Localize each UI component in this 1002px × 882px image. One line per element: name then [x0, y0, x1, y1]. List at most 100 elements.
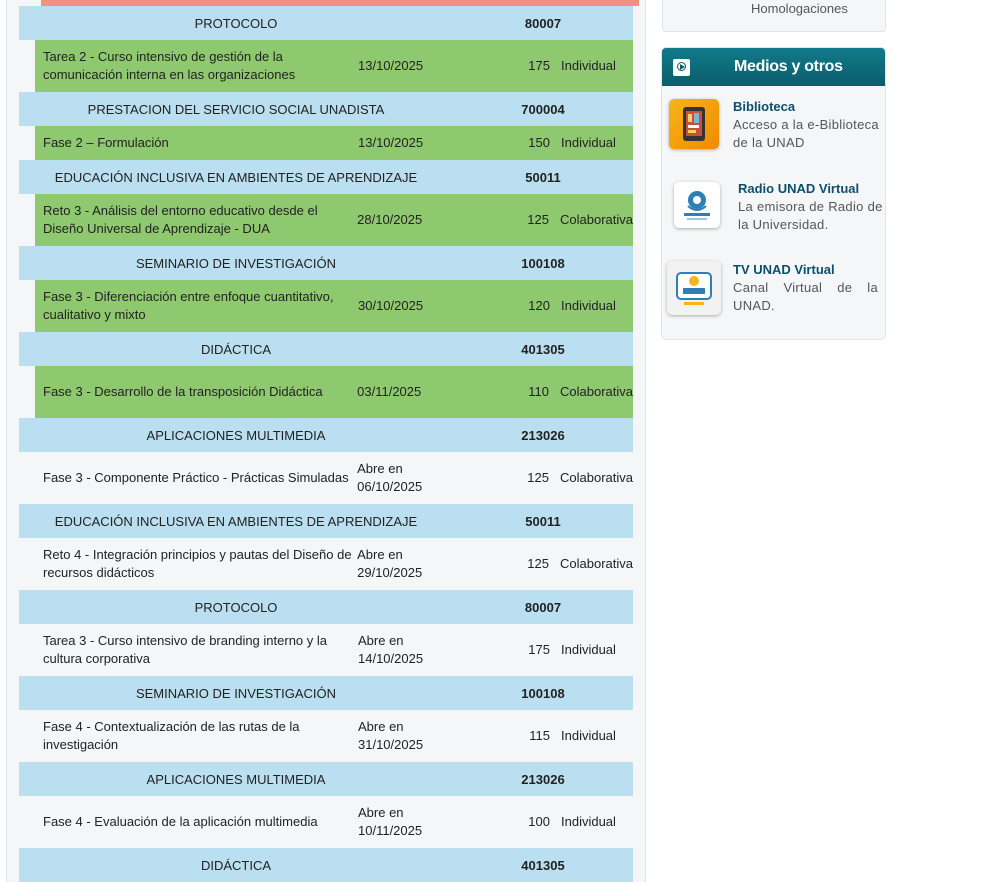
- radio-title[interactable]: Radio UNAD Virtual: [738, 181, 859, 196]
- tv-title[interactable]: TV UNAD Virtual: [733, 262, 835, 277]
- task-row[interactable]: Fase 2 – Formulación 13/10/2025 150 Individ…: [35, 126, 633, 160]
- tablet-library-icon: [669, 99, 719, 149]
- course-name: PRESTACION DEL SERVICIO SOCIAL UNADISTA: [87, 101, 385, 117]
- task-type: Individual: [561, 728, 616, 743]
- homologaciones-box[interactable]: Homologaciones: [662, 0, 886, 32]
- task-score: 125: [527, 212, 549, 227]
- task-date: 28/10/2025: [357, 212, 423, 227]
- task-date: Abre en 06/10/2025: [357, 461, 423, 494]
- course-header-row: APLICACIONES MULTIMEDIA 213026: [19, 762, 633, 796]
- task-type: Colaborativa: [560, 212, 633, 227]
- task-date: Abre en 29/10/2025: [357, 547, 423, 580]
- task-date: 03/11/2025: [357, 384, 422, 399]
- task-row[interactable]: Fase 3 - Desarrollo de la transposición …: [35, 366, 633, 418]
- task-row[interactable]: Fase 4 - Evaluación de la aplicación mul…: [35, 796, 633, 848]
- task-date: 13/10/2025: [358, 58, 424, 73]
- task-type: Individual: [561, 642, 616, 657]
- course-header-row: DIDÁCTICA 401305: [19, 848, 633, 882]
- course-header-row: PRESTACION DEL SERVICIO SOCIAL UNADISTA 7…: [19, 92, 633, 126]
- course-name: SEMINARIO DE INVESTIGACIÓN: [135, 255, 337, 271]
- course-header-row: SEMINARIO DE INVESTIGACIÓN 100108: [19, 676, 633, 710]
- media-panel-title: Medios y otros: [734, 58, 843, 75]
- course-header-row: EDUCACIÓN INCLUSIVA EN AMBIENTES DE APRE…: [19, 160, 633, 194]
- task-type: Individual: [561, 298, 616, 313]
- task-score: 125: [527, 556, 549, 571]
- radio-icon: [674, 182, 720, 228]
- course-header-row: EDUCACIÓN INCLUSIVA EN AMBIENTES DE APRE…: [19, 504, 633, 538]
- task-score: 115: [529, 728, 550, 743]
- activities-panel: PROTOCOLO 80007 Tarea 2 - Curso intensivo …: [6, 0, 646, 882]
- task-score: 120: [528, 298, 550, 313]
- task-row[interactable]: Tarea 2 - Curso intensivo de gestión de …: [35, 40, 633, 92]
- course-code: 100108: [521, 685, 565, 701]
- course-header-row: PROTOCOLO 80007: [19, 6, 633, 40]
- course-name: PROTOCOLO: [194, 15, 278, 31]
- course-code: 100108: [521, 255, 565, 271]
- task-score: 100: [528, 814, 550, 829]
- task-row[interactable]: Reto 3 - Análisis del entorno educativo …: [35, 194, 633, 246]
- tv-description: Canal Virtual de la UNAD.: [733, 280, 878, 313]
- task-name[interactable]: Tarea 2 - Curso intensivo de gestión de …: [35, 48, 358, 84]
- task-row[interactable]: Reto 4 - Integración principios y pautas…: [35, 538, 633, 590]
- task-date: 13/10/2025: [358, 135, 424, 150]
- tv-icon: [667, 261, 721, 315]
- task-row[interactable]: Fase 3 - Componente Práctico - Prácticas…: [35, 452, 633, 504]
- task-name[interactable]: Reto 3 - Análisis del entorno educativo …: [35, 202, 357, 238]
- task-name[interactable]: Fase 3 - Desarrollo de la transposición …: [35, 383, 357, 401]
- course-header-row: PROTOCOLO 80007: [19, 590, 633, 624]
- task-name[interactable]: Reto 4 - Integración principios y pautas…: [35, 546, 357, 582]
- task-score: 175: [528, 58, 550, 73]
- task-date: Abre en 31/10/2025: [358, 719, 424, 752]
- course-name: DIDÁCTICA: [200, 341, 272, 357]
- task-type: Colaborativa: [560, 556, 633, 571]
- course-name: APLICACIONES MULTIMEDIA: [146, 427, 326, 443]
- course-code: 50011: [525, 169, 561, 185]
- task-date: Abre en 14/10/2025: [358, 633, 424, 666]
- task-date: 30/10/2025: [358, 298, 424, 313]
- course-header-row: APLICACIONES MULTIMEDIA 213026: [19, 418, 633, 452]
- activities-table: PROTOCOLO 80007 Tarea 2 - Curso intensivo …: [19, 6, 633, 882]
- task-score: 125: [527, 470, 549, 485]
- task-name[interactable]: Fase 4 - Evaluación de la aplicación mul…: [35, 813, 358, 831]
- task-type: Colaborativa: [560, 470, 633, 485]
- radio-description: La emisora de Radio de la Universidad.: [738, 199, 883, 232]
- task-score: 175: [528, 642, 550, 657]
- course-code: 700004: [521, 101, 565, 117]
- task-row[interactable]: Fase 4 - Contextualización de las rutas …: [35, 710, 633, 762]
- media-panel: Medios y otros Biblioteca Acceso a la e-…: [661, 47, 886, 340]
- homologaciones-link[interactable]: Homologaciones: [751, 1, 848, 16]
- task-type: Colaborativa: [560, 384, 633, 399]
- task-name[interactable]: Fase 3 - Componente Práctico - Prácticas…: [35, 469, 357, 487]
- task-name[interactable]: Fase 4 - Contextualización de las rutas …: [35, 718, 358, 754]
- course-name: DIDÁCTICA: [200, 857, 272, 873]
- task-type: Individual: [561, 58, 616, 73]
- task-date: Abre en 10/11/2025: [358, 805, 423, 838]
- task-score: 150: [528, 135, 550, 150]
- task-row[interactable]: Fase 3 - Diferenciación entre enfoque cu…: [35, 280, 633, 332]
- task-score: 110: [528, 384, 549, 399]
- play-icon: [673, 59, 690, 76]
- course-code: 401305: [521, 857, 565, 873]
- media-panel-header: Medios y otros: [662, 48, 885, 86]
- course-header-row: SEMINARIO DE INVESTIGACIÓN 100108: [19, 246, 633, 280]
- course-name: APLICACIONES MULTIMEDIA: [146, 771, 326, 787]
- course-name: EDUCACIÓN INCLUSIVA EN AMBIENTES DE APRE…: [54, 169, 418, 185]
- task-type: Individual: [561, 135, 616, 150]
- course-code: 80007: [524, 15, 562, 31]
- task-name[interactable]: Fase 3 - Diferenciación entre enfoque cu…: [35, 288, 358, 324]
- course-name: EDUCACIÓN INCLUSIVA EN AMBIENTES DE APRE…: [54, 513, 418, 529]
- course-code: 401305: [521, 341, 565, 357]
- task-name[interactable]: Fase 2 – Formulación: [35, 134, 358, 152]
- task-name[interactable]: Tarea 3 - Curso intensivo de branding in…: [35, 632, 358, 668]
- biblioteca-title[interactable]: Biblioteca: [733, 99, 795, 114]
- task-row[interactable]: Tarea 3 - Curso intensivo de branding in…: [35, 624, 633, 676]
- course-code: 50011: [525, 513, 561, 529]
- course-name: SEMINARIO DE INVESTIGACIÓN: [135, 685, 337, 701]
- course-code: 213026: [521, 771, 565, 787]
- task-type: Individual: [561, 814, 616, 829]
- course-name: PROTOCOLO: [194, 599, 278, 615]
- course-code: 213026: [521, 427, 565, 443]
- course-code: 80007: [524, 599, 562, 615]
- biblioteca-description: Acceso a la e-Biblioteca de la UNAD: [733, 117, 879, 150]
- course-header-row: DIDÁCTICA 401305: [19, 332, 633, 366]
